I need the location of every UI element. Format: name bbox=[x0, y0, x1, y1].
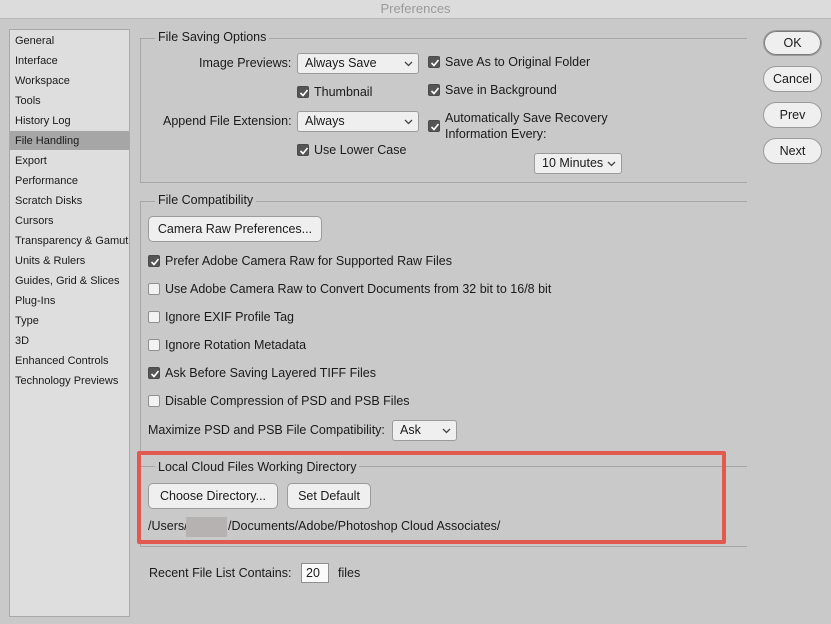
ask-layered-tiff-checkbox[interactable] bbox=[148, 367, 160, 379]
convert-32bit-label: Use Adobe Camera Raw to Convert Document… bbox=[165, 282, 552, 296]
file-saving-left-rule bbox=[140, 38, 141, 182]
next-button[interactable]: Next bbox=[763, 138, 822, 164]
ask-layered-tiff-label: Ask Before Saving Layered TIFF Files bbox=[165, 366, 376, 380]
sidebar-item-enhanced-controls[interactable]: Enhanced Controls bbox=[10, 351, 129, 370]
sidebar-item-export[interactable]: Export bbox=[10, 151, 129, 170]
auto-save-label-line2: Information Every: bbox=[445, 127, 547, 141]
prefer-camera-raw-checkbox[interactable] bbox=[148, 255, 160, 267]
ok-button[interactable]: OK bbox=[763, 30, 822, 56]
sidebar-item-transparency-gamut[interactable]: Transparency & Gamut bbox=[10, 231, 129, 250]
disable-compression-label: Disable Compression of PSD and PSB Files bbox=[165, 394, 410, 408]
sidebar-item-interface[interactable]: Interface bbox=[10, 51, 129, 70]
save-background-label: Save in Background bbox=[445, 83, 557, 97]
checkmark-icon bbox=[150, 258, 160, 266]
append-extension-label: Append File Extension: bbox=[163, 114, 292, 128]
chevron-down-icon bbox=[442, 428, 451, 434]
sidebar-item-technology-previews[interactable]: Technology Previews bbox=[10, 371, 129, 390]
sidebar-item-units-rulers[interactable]: Units & Rulers bbox=[10, 251, 129, 270]
preferences-sidebar: General Interface Workspace Tools Histor… bbox=[9, 29, 130, 617]
chevron-down-icon bbox=[607, 161, 616, 167]
save-background-checkbox[interactable] bbox=[428, 84, 440, 96]
cloud-bottom-rule bbox=[140, 546, 747, 547]
image-previews-value: Always Save bbox=[305, 56, 377, 70]
auto-save-interval-value: 10 Minutes bbox=[542, 156, 604, 170]
save-as-original-checkbox[interactable] bbox=[428, 56, 440, 68]
file-compat-left-rule bbox=[140, 201, 141, 451]
recent-files-count-input[interactable]: 20 bbox=[301, 563, 329, 583]
append-extension-value: Always bbox=[305, 114, 345, 128]
auto-save-interval-select[interactable]: 10 Minutes bbox=[534, 153, 622, 174]
lower-case-label: Use Lower Case bbox=[314, 143, 407, 157]
auto-save-checkbox[interactable] bbox=[428, 120, 440, 132]
sidebar-item-file-handling[interactable]: File Handling bbox=[10, 131, 129, 150]
append-extension-select[interactable]: Always bbox=[297, 111, 419, 132]
checkmark-icon bbox=[430, 87, 440, 95]
checkmark-icon bbox=[430, 59, 440, 67]
camera-raw-preferences-button[interactable]: Camera Raw Preferences... bbox=[148, 216, 322, 242]
chevron-down-icon bbox=[404, 119, 413, 125]
window-title: Preferences bbox=[0, 0, 831, 19]
convert-32bit-checkbox[interactable] bbox=[148, 283, 160, 295]
sidebar-item-type[interactable]: Type bbox=[10, 311, 129, 330]
image-previews-select[interactable]: Always Save bbox=[297, 53, 419, 74]
checkmark-icon bbox=[150, 370, 160, 378]
file-compat-title: File Compatibility bbox=[155, 193, 257, 207]
checkmark-icon bbox=[299, 147, 309, 155]
file-saving-title: File Saving Options bbox=[155, 30, 270, 44]
sidebar-item-history-log[interactable]: History Log bbox=[10, 111, 129, 130]
image-previews-label: Image Previews: bbox=[199, 56, 292, 70]
ignore-rotation-checkbox[interactable] bbox=[148, 339, 160, 351]
auto-save-label-line1: Automatically Save Recovery bbox=[445, 111, 608, 125]
sidebar-item-general[interactable]: General bbox=[10, 31, 129, 50]
sidebar-item-3d[interactable]: 3D bbox=[10, 331, 129, 350]
lower-case-checkbox[interactable] bbox=[297, 144, 309, 156]
recent-files-unit: files bbox=[338, 566, 361, 580]
sidebar-item-workspace[interactable]: Workspace bbox=[10, 71, 129, 90]
thumbnail-label: Thumbnail bbox=[314, 85, 373, 99]
sidebar-item-plug-ins[interactable]: Plug-Ins bbox=[10, 291, 129, 310]
disable-compression-checkbox[interactable] bbox=[148, 395, 160, 407]
checkmark-icon bbox=[430, 123, 440, 131]
recent-files-label: Recent File List Contains: bbox=[149, 566, 292, 580]
maximize-compat-value: Ask bbox=[400, 423, 421, 437]
sidebar-item-guides-grid-slices[interactable]: Guides, Grid & Slices bbox=[10, 271, 129, 290]
ignore-exif-label: Ignore EXIF Profile Tag bbox=[165, 310, 295, 324]
ignore-exif-checkbox[interactable] bbox=[148, 311, 160, 323]
sidebar-item-scratch-disks[interactable]: Scratch Disks bbox=[10, 191, 129, 210]
highlight-annotation-box bbox=[137, 451, 726, 544]
thumbnail-checkbox[interactable] bbox=[297, 86, 309, 98]
sidebar-item-cursors[interactable]: Cursors bbox=[10, 211, 129, 230]
cancel-button[interactable]: Cancel bbox=[763, 66, 822, 92]
prefer-camera-raw-label: Prefer Adobe Camera Raw for Supported Ra… bbox=[165, 254, 452, 268]
sidebar-item-tools[interactable]: Tools bbox=[10, 91, 129, 110]
file-saving-bottom-rule bbox=[140, 182, 747, 183]
maximize-compat-select[interactable]: Ask bbox=[392, 420, 457, 441]
prev-button[interactable]: Prev bbox=[763, 102, 822, 128]
save-as-original-label: Save As to Original Folder bbox=[445, 55, 591, 69]
sidebar-item-performance[interactable]: Performance bbox=[10, 171, 129, 190]
ignore-rotation-label: Ignore Rotation Metadata bbox=[165, 338, 307, 352]
maximize-compat-label: Maximize PSD and PSB File Compatibility: bbox=[148, 423, 385, 437]
chevron-down-icon bbox=[404, 61, 413, 67]
checkmark-icon bbox=[299, 89, 309, 97]
